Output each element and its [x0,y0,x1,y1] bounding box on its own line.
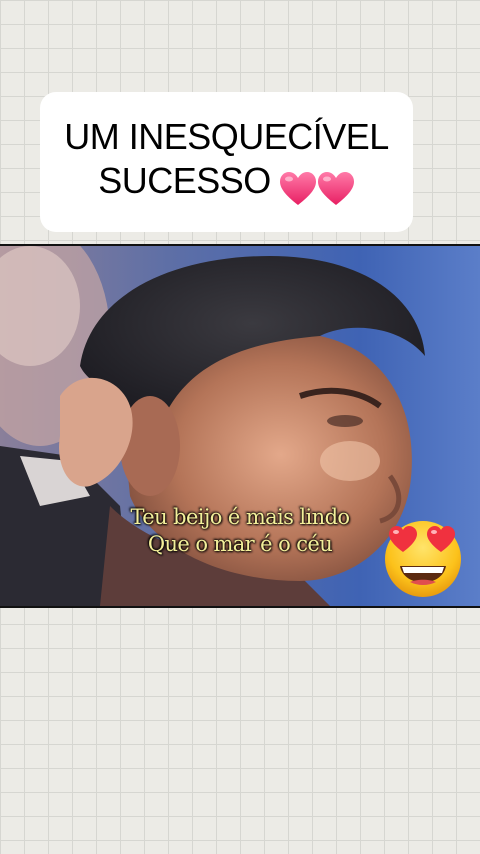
title-card: UM INESQUECÍVEL SUCESSO [40,92,413,232]
title-line-2-wrap: SUCESSO [98,159,355,209]
heart-icon [279,172,316,206]
title-line-1: UM INESQUECÍVEL [64,116,389,157]
hearts-icon [279,165,355,209]
heart-icon [317,172,354,206]
subtitles: Teu beijo é mais lindo Que o mar é o céu [110,504,370,558]
heart-eyes-emoji-icon [385,521,461,597]
subtitle-line-1: Teu beijo é mais lindo [130,505,351,529]
subtitle-line-2: Que o mar é o céu [147,532,333,556]
video-frame[interactable]: Teu beijo é mais lindo Que o mar é o céu [0,244,480,608]
title-line-2: SUCESSO [98,160,271,201]
